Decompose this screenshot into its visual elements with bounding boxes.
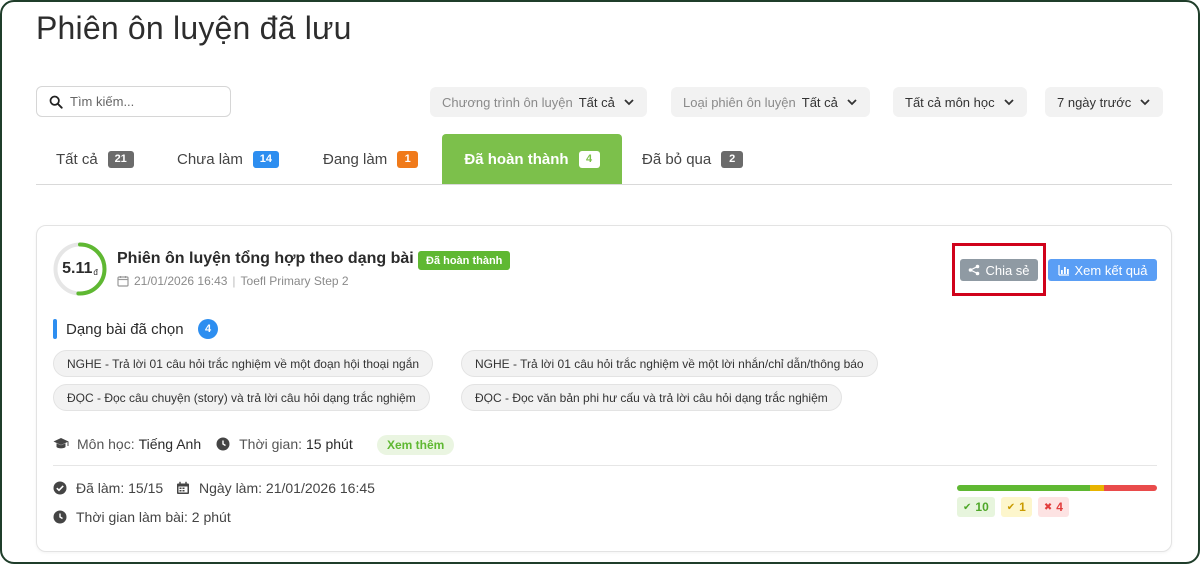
question-type-chip: ĐỌC - Đọc câu chuyện (story) và trả lời …	[53, 384, 430, 411]
session-title[interactable]: Phiên ôn luyện tổng hợp theo dạng bài	[117, 250, 414, 268]
question-type-chip: NGHE - Trả lời 01 câu hỏi trắc nghiệm về…	[461, 350, 878, 377]
tab-completed[interactable]: Đã hoàn thành 4	[442, 134, 622, 184]
question-type-chip: NGHE - Trả lời 01 câu hỏi trắc nghiệm về…	[53, 350, 434, 377]
correct-count-badge: ✔ 10	[957, 497, 995, 517]
filter-subject[interactable]: Tất cả môn học	[893, 87, 1027, 117]
filter-program-label: Chương trình ôn luyện	[442, 94, 573, 110]
page-title: Phiên ôn luyện đã lưu	[36, 10, 352, 46]
tab-count-badge: 14	[252, 150, 279, 168]
stat-duration: Thời gian làm bài: 2 phút	[53, 509, 231, 525]
answer-counts: ✔ 10 ✔ 1 ✖ 4	[957, 497, 1075, 517]
subject-label: Môn học:	[77, 436, 135, 452]
stat-done: Đã làm: 15/15	[53, 480, 163, 496]
share-icon	[969, 264, 980, 276]
clock-icon	[216, 437, 230, 451]
check-circle-icon	[53, 481, 67, 495]
filter-session-type-label: Loại phiên ôn luyện	[683, 94, 796, 110]
tab-skipped[interactable]: Đã bỏ qua 2	[642, 134, 744, 184]
tab-in-progress[interactable]: Đang làm 1	[323, 134, 419, 184]
session-info-row: Môn học: Tiếng Anh Thời gian: 15 phút	[53, 436, 353, 452]
clock-icon	[53, 510, 67, 524]
app-frame: Phiên ôn luyện đã lưu Chương trình ôn lu…	[0, 0, 1200, 564]
check-icon: ✔	[963, 501, 972, 513]
divider	[53, 465, 1157, 466]
cross-icon: ✖	[1043, 501, 1053, 513]
view-result-label: Xem kết quả	[1074, 262, 1148, 278]
check-icon: ✔	[1006, 501, 1016, 513]
search-box[interactable]	[36, 86, 231, 117]
duration-value: 2 phút	[191, 509, 231, 525]
progress-correct-segment	[957, 485, 1091, 491]
see-more-link[interactable]: Xem thêm	[377, 435, 455, 455]
filter-program[interactable]: Chương trình ôn luyện Tất cả	[430, 87, 647, 117]
tab-count-badge: 4	[578, 150, 600, 168]
section-title: Dạng bài đã chọn	[66, 321, 184, 338]
chevron-down-icon	[624, 99, 634, 106]
tab-count-badge: 2	[721, 150, 744, 168]
tab-label: Chưa làm	[177, 150, 243, 168]
search-icon	[49, 95, 63, 109]
calendar-icon	[117, 276, 129, 287]
done-value: 15/15	[128, 480, 164, 496]
time-value: 15 phút	[306, 436, 353, 452]
section-count-badge: 4	[198, 319, 218, 339]
stat-date: Ngày làm: 21/01/2026 16:45	[176, 480, 375, 496]
chevron-down-icon	[847, 99, 857, 106]
filter-session-type-value: Tất cả	[801, 94, 838, 110]
share-button[interactable]: Chia sẻ	[960, 259, 1038, 281]
session-card: 5.11 đ Phiên ôn luyện tổng hợp theo dạng …	[36, 225, 1172, 552]
progress-partial-segment	[1090, 485, 1104, 491]
tab-label: Tất cả	[56, 150, 98, 168]
share-button-label: Chia sẻ	[985, 262, 1030, 278]
time-label: Thời gian:	[239, 436, 303, 452]
answer-progress-bar	[957, 485, 1157, 491]
partial-count-badge: ✔ 1	[1000, 497, 1032, 517]
wrong-count-badge: ✖ 4	[1037, 497, 1069, 517]
chevron-down-icon	[1140, 99, 1150, 106]
filter-subject-value: Tất cả môn học	[905, 94, 995, 110]
subject-value: Tiếng Anh	[138, 436, 202, 452]
tab-label: Đã bỏ qua	[642, 150, 712, 168]
question-type-chip: ĐỌC - Đọc văn bản phi hư cấu và trả lời …	[461, 384, 842, 411]
session-program: Toefl Primary Step 2	[240, 274, 349, 288]
chevron-down-icon	[1003, 99, 1014, 106]
view-result-button[interactable]: Xem kết quả	[1048, 259, 1157, 281]
tab-all[interactable]: Tất cả 21	[56, 134, 134, 184]
graduation-cap-icon	[53, 438, 69, 449]
status-badge: Đã hoàn thành	[418, 251, 511, 270]
tab-label: Đã hoàn thành	[464, 150, 569, 168]
status-tabs: Tất cả 21 Chưa làm 14 Đang làm 1 Đã hoàn…	[36, 134, 1172, 185]
calendar-icon	[177, 481, 189, 494]
session-meta: 21/01/2026 16:43 | Toefl Primary Step 2	[117, 274, 349, 288]
filter-date-range-value: 7 ngày trước	[1057, 94, 1132, 110]
tab-label: Đang làm	[323, 150, 388, 168]
filter-program-value: Tất cả	[578, 94, 615, 110]
score-value: 5.11 đ	[62, 260, 98, 277]
date-done-value: 21/01/2026 16:45	[265, 480, 375, 496]
filter-date-range[interactable]: 7 ngày trước	[1045, 87, 1164, 117]
tab-not-started[interactable]: Chưa làm 14	[177, 134, 279, 184]
filter-session-type[interactable]: Loại phiên ôn luyện Tất cả	[671, 87, 870, 117]
tab-count-badge: 21	[107, 150, 134, 168]
progress-wrong-segment	[1103, 485, 1157, 491]
tab-count-badge: 1	[397, 150, 419, 168]
session-date: 21/01/2026 16:43	[134, 274, 228, 288]
bar-chart-icon	[1057, 265, 1069, 276]
section-accent-bar	[53, 319, 57, 339]
search-input[interactable]	[70, 94, 220, 109]
